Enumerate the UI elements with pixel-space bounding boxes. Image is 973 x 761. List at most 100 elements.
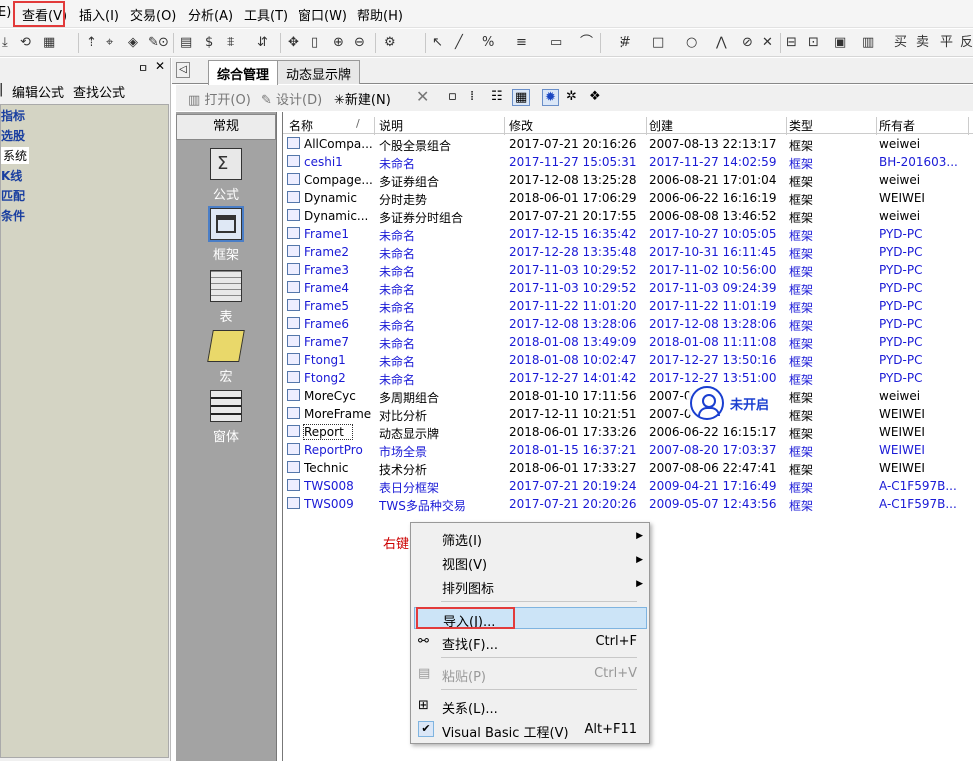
tree-item-kline[interactable]: K线 — [1, 167, 22, 184]
toolbar-trash-icon[interactable]: ⊟ — [786, 34, 797, 51]
list-view-icon[interactable]: ☷ — [491, 89, 503, 104]
menu-edit[interactable]: E) — [0, 5, 11, 20]
large-icons-icon[interactable]: ▫ — [448, 89, 457, 104]
toolbar-play-icon[interactable]: ⊙ — [158, 34, 169, 51]
table-row[interactable]: Ftong1 未命名 2018-01-08 10:02:47 2017-12-27 1… — [283, 352, 973, 370]
toolbar-mark-icon[interactable]: ▣ — [834, 34, 846, 51]
gear-icon[interactable]: ✲ — [566, 89, 577, 104]
small-icons-icon[interactable]: ⁞ — [470, 89, 474, 104]
table-row[interactable]: ReportPro 市场全景 2018-01-15 16:37:21 2007-08-… — [283, 442, 973, 460]
table-row[interactable]: Frame4 未命名 2017-11-03 10:29:52 2017-11-03 0… — [283, 280, 973, 298]
toolbar-no-icon[interactable]: ⊘ — [742, 34, 753, 51]
toolbar-box-icon[interactable]: ▥ — [862, 34, 874, 51]
puzzle-icon[interactable]: ❖ — [589, 89, 601, 104]
toolbar-peak-icon[interactable]: ⋀ — [716, 34, 727, 51]
toolbar-dollar-icon[interactable]: $ — [205, 34, 213, 51]
tree-item-condition[interactable]: 条件 — [1, 207, 25, 224]
toolbar-download-icon[interactable]: ⤓ — [2, 34, 8, 51]
toolbar-layout-icon[interactable]: ▦ — [43, 34, 55, 51]
table-row[interactable]: Frame1 未命名 2017-12-15 16:35:42 2017-10-27 1… — [283, 226, 973, 244]
toolbar-arc-icon[interactable]: ⌒ — [580, 34, 593, 51]
menu-help[interactable]: 帮助(H) — [357, 5, 403, 24]
gear-blue-icon[interactable]: ✹ — [542, 89, 559, 106]
toolbar-crosshair-icon[interactable]: ⌖ — [106, 34, 113, 51]
toolbar-filter-icon[interactable]: ⩨ — [227, 34, 234, 51]
menu-view-sub[interactable]: 视图(V) ▶ — [414, 551, 647, 573]
toolbar-pointer-icon[interactable]: ↖ — [432, 34, 443, 51]
toolbar-reverse-icon[interactable]: 反 — [960, 34, 973, 51]
menu-filter[interactable]: 筛选(I) ▶ — [414, 527, 647, 549]
toolbar-column-icon[interactable]: ▯ — [311, 34, 318, 51]
tab-edit-formula[interactable]: 编辑公式 — [12, 82, 64, 101]
menu-trade[interactable]: 交易(O) — [130, 5, 176, 24]
tab-dynamic-board[interactable]: 动态显示牌 — [277, 60, 361, 84]
toolbar-close-icon[interactable]: 平 — [940, 34, 953, 51]
new-button[interactable]: ✳新建(N) — [334, 89, 391, 108]
table-row[interactable]: TWS008 表日分框架 2017-07-21 20:19:24 2009-04-21… — [283, 478, 973, 496]
table-row[interactable]: Dynamic 分时走势 2018-06-01 17:06:29 2006-06-22… — [283, 190, 973, 208]
toolbar-page-icon[interactable]: ▤ — [180, 34, 192, 51]
table-row[interactable]: MoreCyc 多周期组合 2018-01-10 17:11:56 2007-0 框架 w… — [283, 388, 973, 406]
table-row[interactable]: AllCompa... 个股全景组合 2017-07-21 20:16:26 2007… — [283, 136, 973, 154]
menu-vb-project[interactable]: ✔ Visual Basic 工程(V) Alt+F11 — [414, 719, 647, 741]
menu-paste[interactable]: ▤ 粘贴(P) Ctrl+V — [414, 663, 647, 685]
toolbar-circle-icon[interactable]: ○ — [686, 34, 697, 51]
table-row[interactable]: ceshi1 未命名 2017-11-27 15:05:31 2017-11-27 1… — [283, 154, 973, 172]
toolbar-sort-icon[interactable]: ⇵ — [257, 34, 268, 51]
table-row[interactable]: Technic 技术分析 2018-06-01 17:33:27 2007-08-06… — [283, 460, 973, 478]
toolbar-square-icon[interactable]: □ — [652, 34, 664, 51]
toolbar-lock-icon[interactable]: ⊡ — [808, 34, 819, 51]
table-row[interactable]: Report 动态显示牌 2018-06-01 17:33:26 2006-06-22… — [283, 424, 973, 442]
col-created[interactable]: 创建 — [649, 117, 787, 135]
tree-item-indicator[interactable]: 指标 — [1, 107, 25, 124]
tree-item-screening[interactable]: 选股 — [1, 127, 25, 144]
toolbar-buy-icon[interactable]: 买 — [894, 34, 907, 51]
open-button[interactable]: ▥ 打开(O) — [188, 89, 251, 108]
table-row[interactable]: Compage... 多证券组合 2017-12-08 13:25:28 2006-0… — [283, 172, 973, 190]
close-icon[interactable]: ✕ — [155, 59, 165, 73]
toolbar-cross-icon[interactable]: ✕ — [762, 34, 773, 51]
menu-window[interactable]: 窗口(W) — [298, 5, 347, 24]
col-name[interactable]: 名称 — [289, 117, 375, 135]
tab-management[interactable]: 综合管理 — [208, 60, 279, 85]
pin-icon[interactable]: ㅁ — [138, 60, 148, 76]
camera-status-badge[interactable]: 未开启 — [686, 383, 778, 423]
details-view-icon[interactable]: ▦ — [512, 89, 531, 106]
tab-find-formula[interactable]: 查找公式 — [73, 82, 125, 101]
col-modified[interactable]: 修改 — [509, 117, 647, 135]
delete-button[interactable]: ✕ — [416, 87, 429, 106]
table-row[interactable]: MoreFrame 对比分析 2017-12-11 10:21:51 2007-0 框架… — [283, 406, 973, 424]
menu-analysis[interactable]: 分析(A) — [188, 5, 233, 24]
toolbar-sell-icon[interactable]: 卖 — [916, 34, 929, 51]
table-row[interactable]: Dynamic... 多证券分时组合 2017-07-21 20:17:55 2006… — [283, 208, 973, 226]
table-row[interactable]: Frame6 未命名 2017-12-08 13:28:06 2017-12-08 1… — [283, 316, 973, 334]
menu-tools[interactable]: 工具(T) — [244, 5, 288, 24]
table-row[interactable]: Frame2 未命名 2017-12-28 13:35:48 2017-10-31 1… — [283, 244, 973, 262]
toolbar-up-icon[interactable]: ⇡ — [86, 34, 97, 51]
toolbar-move-icon[interactable]: ✥ — [288, 34, 299, 51]
col-description[interactable]: 说明 — [379, 117, 505, 135]
table-row[interactable]: TWS009 TWS多品种交易 2017-07-21 20:20:26 2009-05… — [283, 496, 973, 514]
menu-find[interactable]: ⚯ 查找(F)... Ctrl+F — [414, 631, 647, 653]
category-form[interactable]: 窗体 — [176, 390, 276, 445]
category-frame[interactable]: 框架 — [176, 206, 276, 263]
category-header[interactable]: 常规 — [176, 114, 276, 140]
category-formula[interactable]: Σ 公式 — [176, 148, 276, 203]
menu-insert[interactable]: 插入(I) — [79, 5, 119, 24]
table-row[interactable]: Frame3 未命名 2017-11-03 10:29:52 2017-11-02 1… — [283, 262, 973, 280]
col-type[interactable]: 类型 — [789, 117, 877, 135]
toolbar-line-icon[interactable]: ╱ — [455, 34, 463, 51]
category-macro[interactable]: 宏 — [176, 330, 276, 385]
tree-item-match[interactable]: 匹配 — [1, 187, 25, 204]
toolbar-lines-icon[interactable]: ≡ — [516, 34, 527, 51]
toolbar-percent-icon[interactable]: % — [482, 34, 494, 51]
tab-scroll-left-icon[interactable]: ◁ — [176, 62, 190, 78]
table-row[interactable]: Frame7 未命名 2018-01-08 13:49:09 2018-01-08 1… — [283, 334, 973, 352]
toolbar-rect-icon[interactable]: ▭ — [550, 34, 562, 51]
menu-sort-icons[interactable]: 排列图标 ▶ — [414, 575, 647, 597]
toolbar-diamond-icon[interactable]: ◈ — [128, 34, 138, 51]
tree-item-system[interactable]: 系统 — [1, 147, 30, 164]
design-button[interactable]: ✎ 设计(D) — [261, 89, 322, 108]
col-owner[interactable]: 所有者 — [879, 117, 969, 135]
table-row[interactable]: Ftong2 未命名 2017-12-27 14:01:42 2017-12-27 1… — [283, 370, 973, 388]
